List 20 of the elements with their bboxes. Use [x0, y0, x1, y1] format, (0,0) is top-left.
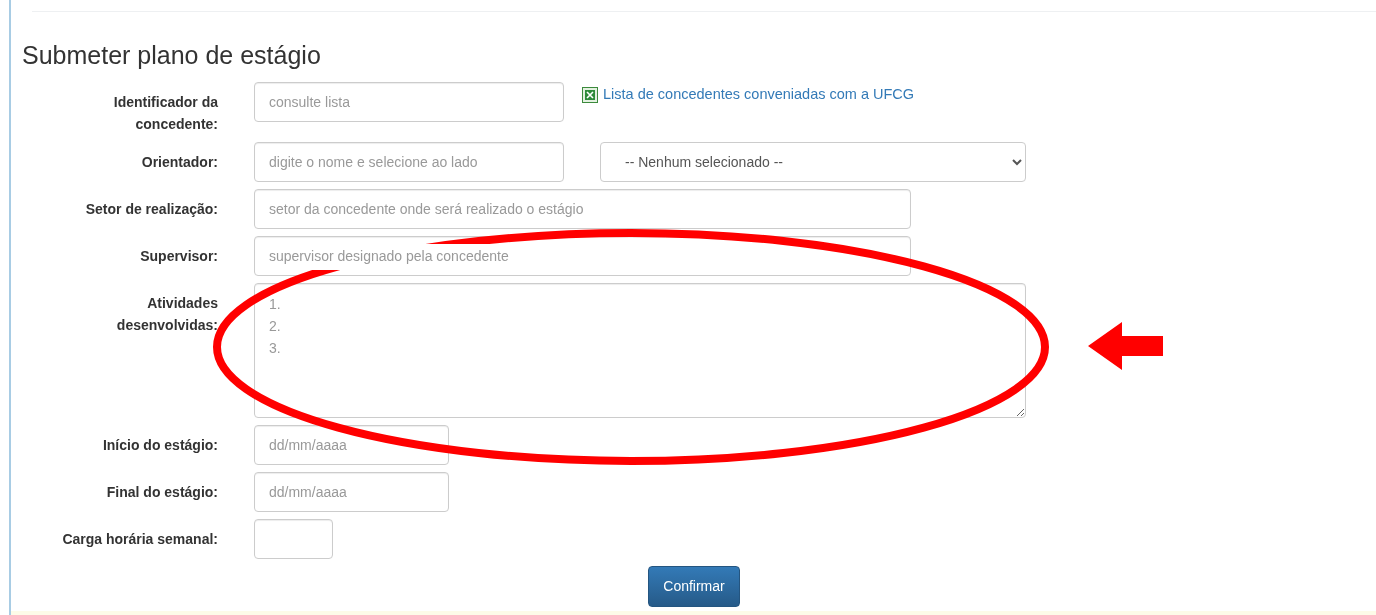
field-label: Setor de realização:: [84, 200, 218, 220]
field-label: Início do estágio:: [101, 436, 218, 456]
input-field[interactable]: digite o nome e selecione ao lado: [254, 142, 564, 183]
spreadsheet-icon: [582, 86, 598, 103]
concedentes-list-link[interactable]: Lista de concedentes conveniadas com a UFCG: [603, 84, 915, 106]
input-field[interactable]: [254, 519, 333, 560]
input-field[interactable]: setor da concedente onde será realizado o estágio: [254, 189, 911, 230]
field-label: Identificador da concedente:: [112, 93, 218, 134]
field-label: Carga horária semanal:: [61, 530, 218, 550]
input-field[interactable]: dd/mm/aaaa: [254, 472, 449, 513]
text-area[interactable]: 1. 2. 3.: [254, 283, 1026, 419]
advisor-select[interactable]: -- Nenhum selecionado --: [600, 142, 1026, 183]
input-field[interactable]: consulte lista: [254, 82, 564, 122]
page-title: Submeter plano de estágio: [22, 40, 322, 70]
field-label: Final do estágio:: [105, 483, 218, 503]
field-label: Supervisor:: [139, 247, 218, 267]
arrow-icon: [1088, 322, 1163, 370]
field-label: Orientador:: [140, 153, 218, 173]
field-label: Atividades desenvolvidas:: [115, 294, 218, 336]
confirm-button[interactable]: Confirmar: [648, 566, 740, 608]
